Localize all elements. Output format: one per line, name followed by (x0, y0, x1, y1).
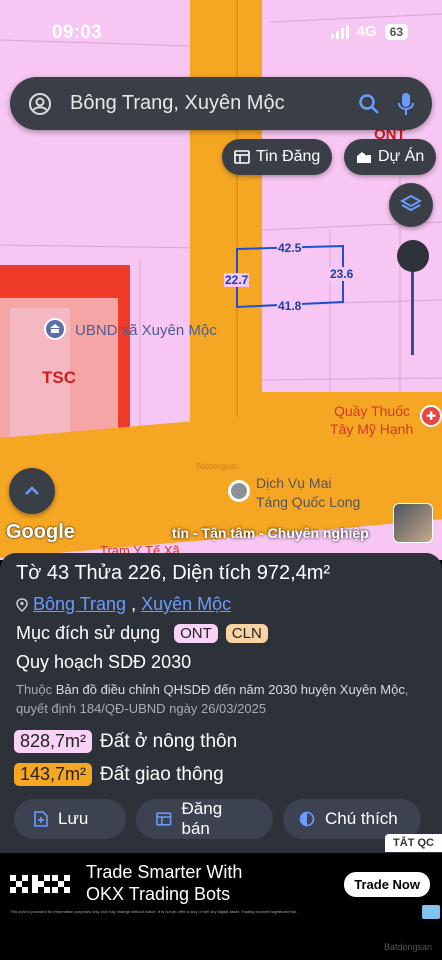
desc-source: Bản đồ điều chỉnh QHSDĐ đến năm 2030 huy… (55, 682, 405, 697)
purpose-tag-cln: CLN (225, 624, 268, 643)
expand-button[interactable] (9, 468, 55, 514)
layers-button[interactable] (389, 183, 433, 227)
dim-top: 42.5 (277, 241, 303, 255)
plan-description: Thuộc Bản đồ điều chỉnh QHSDĐ đến năm 20… (16, 680, 416, 718)
ticker-thumbnail[interactable] (393, 503, 433, 543)
area-value-residential: 828,7m² (14, 730, 93, 753)
plan-title: Quy hoạch SDĐ 2030 (16, 652, 192, 672)
parcel-title: Tờ 43 Thửa 226, Diện tích 972,4m² (16, 562, 331, 584)
sell-button[interactable]: Đăng bán (136, 799, 273, 839)
okx-logo (10, 875, 70, 893)
listings-button[interactable]: Tin Đăng (222, 139, 333, 175)
dim-left: 22.7 (224, 273, 250, 287)
ubnd-label: UBND xã Xuyên Mộc (75, 322, 217, 339)
save-button[interactable]: Lưu (14, 799, 126, 839)
purpose-label: Mục đích sử dụng (16, 623, 161, 643)
area-row-residential: 828,7m² Đất ở nông thôn (14, 730, 237, 753)
watermark-bottom: Batdongsan (383, 942, 432, 952)
area-value-traffic: 143,7m² (14, 763, 93, 786)
pharmacy-label-2: Tây Mỹ Hạnh (330, 421, 414, 437)
ad-headline-line1: Trade Smarter With (86, 862, 243, 882)
add-note-icon (34, 811, 48, 827)
signal-icon (330, 24, 349, 39)
status-bar: 09:03 4G 63 (0, 0, 442, 60)
listing-icon (234, 150, 250, 164)
service-label-1: Dịch Vụ Mai (256, 475, 332, 491)
desc-prefix: Thuộc (16, 682, 53, 697)
listing-icon (156, 812, 172, 826)
sell-label: Đăng bán (181, 799, 223, 838)
battery-icon: 63 (384, 23, 408, 40)
watermark-map: Batdongsan (196, 462, 239, 471)
ad-cta-button[interactable]: Trade Now (344, 872, 430, 897)
commune-link[interactable]: Bông Trang (33, 594, 126, 615)
search-input[interactable]: Bông Trang, Xuyên Mộc (70, 92, 358, 115)
funeral-marker-icon[interactable] (228, 480, 250, 502)
chevron-up-icon (25, 486, 39, 495)
save-label: Lưu (58, 809, 89, 828)
contrast-icon (299, 811, 315, 827)
zoom-slider-handle[interactable] (397, 240, 429, 272)
home-city-icon (357, 152, 371, 163)
projects-button[interactable]: Dự Án (344, 139, 437, 175)
dim-bottom: 41.8 (277, 299, 303, 313)
land-use-purpose: Mục đích sử dụng ONT CLN (16, 623, 268, 644)
search-icon[interactable] (358, 93, 380, 115)
dim-right: 23.6 (329, 267, 355, 281)
bottom-area: Batdongsan (0, 921, 442, 960)
legend-label: Chú thích (325, 809, 398, 828)
purpose-tag-ont: ONT (174, 624, 218, 643)
parcel-info-panel: Tờ 43 Thửa 226, Diện tích 972,4m² Bông T… (0, 553, 442, 853)
microphone-icon[interactable] (398, 92, 414, 116)
listings-label: Tin Đăng (256, 148, 321, 165)
status-time: 09:03 (52, 22, 103, 43)
google-logo: Google (6, 521, 75, 543)
ad-fine-print: This post is provided for information pu… (10, 909, 298, 914)
area-row-traffic: 143,7m² Đất giao thông (14, 763, 224, 786)
ad-headline: Trade Smarter With OKX Trading Bots (86, 861, 242, 905)
hide-ads-button[interactable]: TẮT QC (385, 834, 442, 852)
pharmacy-marker-icon[interactable]: ✚ (420, 405, 442, 427)
ubnd-marker-icon[interactable] (44, 318, 66, 340)
location-pin-icon (16, 597, 28, 612)
ad-banner[interactable]: Trade Smarter With OKX Trading Bots Trad… (0, 853, 442, 921)
area-label-traffic: Đất giao thông (100, 763, 224, 785)
district-link[interactable]: Xuyên Mộc (141, 594, 231, 615)
projects-label: Dự Án (378, 148, 425, 165)
ad-headline-line2: OKX Trading Bots (86, 884, 231, 904)
account-icon[interactable] (28, 92, 52, 116)
action-bar: Lưu Đăng bán Chú thích (14, 799, 421, 839)
service-label-2: Táng Quốc Long (256, 494, 361, 510)
area-label-residential: Đất ở nông thôn (100, 730, 238, 752)
parcel-location: Bông Trang, Xuyên Mộc (16, 594, 231, 615)
pharmacy-label-1: Quầy Thuốc (334, 403, 411, 419)
layers-icon (400, 194, 422, 212)
legend-button[interactable]: Chú thích (283, 799, 421, 839)
network-type: 4G (356, 23, 377, 40)
status-icons: 4G 63 (330, 23, 408, 40)
ad-choices-icon[interactable] (422, 905, 440, 919)
location-separator: , (131, 594, 137, 614)
search-bar[interactable]: Bông Trang, Xuyên Mộc (10, 77, 432, 130)
ticker-text: tín - Tận tâm - Chuyên nghiệp (172, 525, 369, 541)
